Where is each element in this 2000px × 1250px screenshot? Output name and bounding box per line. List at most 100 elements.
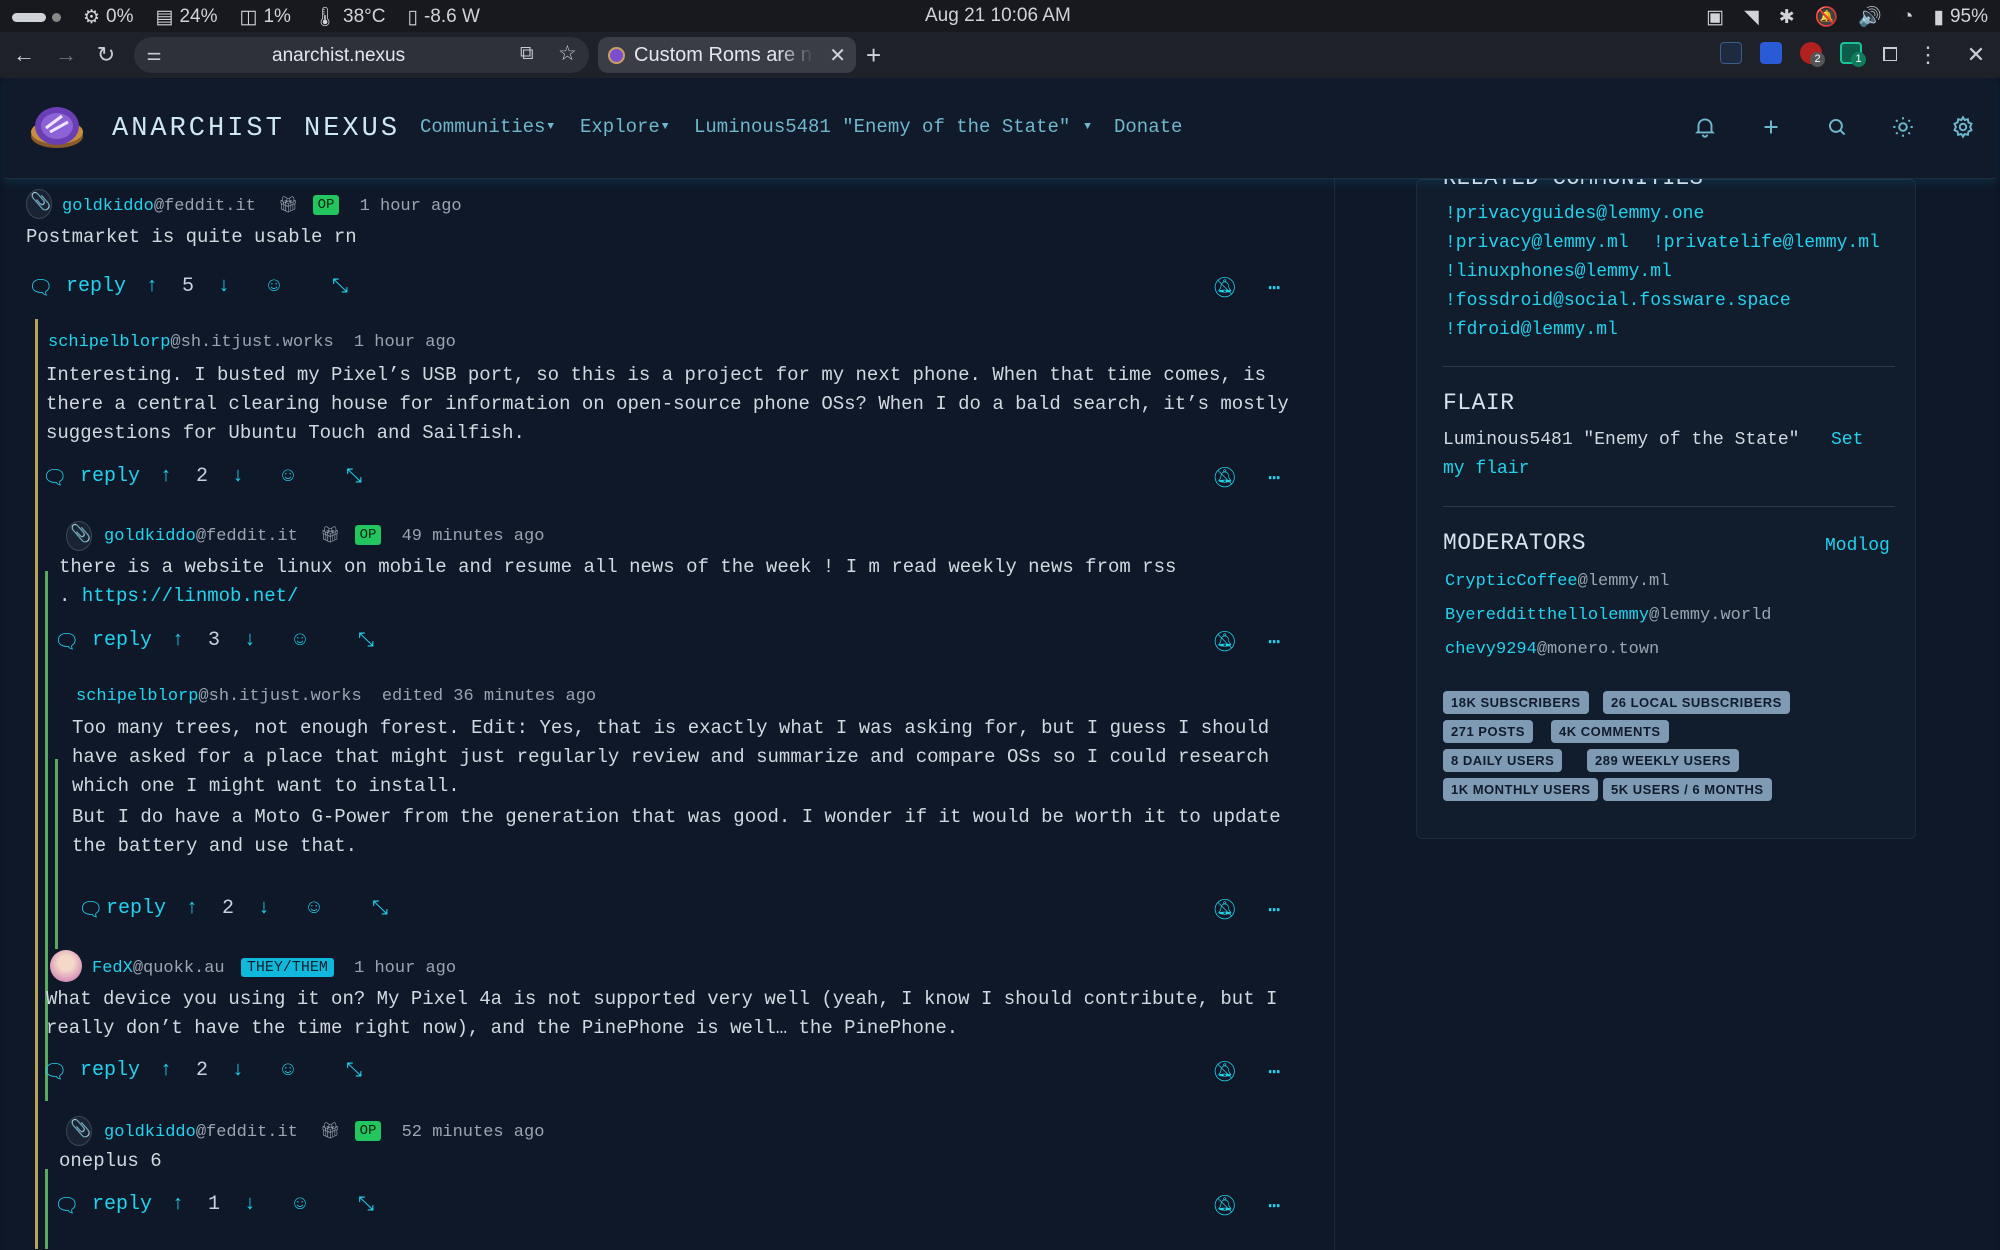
- moderator-link[interactable]: CrypticCoffee: [1445, 572, 1578, 591]
- address-bar[interactable]: ⚌ anarchist.nexus ⧉ ☆: [134, 37, 589, 73]
- reply-icon[interactable]: 🗨︎: [54, 1193, 79, 1219]
- downvote-icon[interactable]: ↓: [218, 275, 230, 298]
- site-brand[interactable]: ANARCHIST NEXUS: [112, 114, 400, 144]
- plus-icon[interactable]: [1758, 114, 1784, 140]
- browser-tab[interactable]: Custom Roms are n ✕: [598, 37, 856, 73]
- clock[interactable]: Aug 21 10:06 AM: [925, 5, 1071, 27]
- collapse-icon[interactable]: ⤡: [332, 275, 348, 299]
- more-options-icon[interactable]: ⋯: [1268, 465, 1280, 491]
- reply-icon[interactable]: 🗨︎: [78, 897, 103, 923]
- site-settings-icon[interactable]: ⚌: [140, 41, 168, 69]
- moderator-link[interactable]: chevy9294: [1445, 640, 1537, 659]
- modlog-link[interactable]: Modlog: [1825, 536, 1890, 556]
- mute-notifications-icon[interactable]: 🔕︎: [1212, 1059, 1237, 1085]
- collapse-icon[interactable]: ⤡: [358, 1193, 374, 1217]
- related-community-link[interactable]: !privacyguides@lemmy.one: [1445, 204, 1704, 224]
- comment-time[interactable]: 52 minutes ago: [402, 1123, 545, 1142]
- wifi-icon[interactable]: ◥: [1744, 6, 1759, 29]
- extensions-puzzle-icon[interactable]: ⧠: [1876, 41, 1904, 69]
- avatar[interactable]: [66, 521, 92, 551]
- notifications-off-icon[interactable]: 🔕: [1815, 5, 1839, 29]
- nav-communities[interactable]: Communities ▼: [420, 116, 554, 138]
- reply-icon[interactable]: 🗨︎: [42, 1059, 67, 1085]
- reply-button[interactable]: reply: [80, 1059, 140, 1082]
- mute-notifications-icon[interactable]: 🔕︎: [1212, 465, 1237, 491]
- related-community-link[interactable]: !fdroid@lemmy.ml: [1445, 320, 1618, 340]
- collapse-icon[interactable]: ⤡: [358, 629, 374, 653]
- bluetooth-icon[interactable]: ✱: [1779, 6, 1795, 29]
- performance-icon[interactable]: ◔: [1902, 6, 1913, 28]
- new-tab-button[interactable]: +: [866, 40, 881, 71]
- avatar[interactable]: [66, 1116, 92, 1146]
- url-text[interactable]: anarchist.nexus: [272, 45, 405, 67]
- set-flair-link[interactable]: Set: [1831, 430, 1863, 450]
- more-options-icon[interactable]: ⋯: [1268, 1193, 1280, 1219]
- screen-icon[interactable]: ▣: [1706, 6, 1724, 29]
- emoji-react-icon[interactable]: ☺: [282, 465, 294, 488]
- reply-button[interactable]: reply: [80, 465, 140, 488]
- workspace-indicator[interactable]: [12, 12, 61, 22]
- downvote-icon[interactable]: ↓: [258, 897, 270, 920]
- site-logo[interactable]: [28, 102, 86, 152]
- downvote-icon[interactable]: ↓: [232, 1059, 244, 1082]
- downvote-icon[interactable]: ↓: [244, 629, 256, 652]
- volume-icon[interactable]: 🔊: [1858, 5, 1882, 29]
- username-link[interactable]: schipelblorp: [48, 333, 170, 352]
- emoji-react-icon[interactable]: ☺: [268, 275, 280, 298]
- mute-notifications-icon[interactable]: 🔕︎: [1212, 275, 1237, 301]
- username-link[interactable]: schipelblorp: [76, 687, 198, 706]
- upvote-icon[interactable]: ↑: [160, 1059, 172, 1082]
- more-options-icon[interactable]: ⋯: [1268, 897, 1280, 923]
- reply-icon[interactable]: 🗨︎: [42, 465, 67, 491]
- upvote-icon[interactable]: ↑: [146, 275, 158, 298]
- upvote-icon[interactable]: ↑: [160, 465, 172, 488]
- avatar[interactable]: [26, 189, 52, 219]
- reply-button[interactable]: reply: [92, 629, 152, 652]
- upvote-icon[interactable]: ↑: [186, 897, 198, 920]
- back-icon[interactable]: ←: [10, 41, 38, 69]
- reply-button[interactable]: reply: [66, 275, 126, 298]
- gear-icon[interactable]: [1950, 114, 1976, 140]
- mute-notifications-icon[interactable]: 🔕︎: [1212, 1193, 1237, 1219]
- extension-icon-1[interactable]: [1720, 42, 1742, 64]
- browser-menu-icon[interactable]: ⋮: [1914, 41, 1942, 69]
- reload-icon[interactable]: ↻: [92, 41, 120, 69]
- bell-icon[interactable]: [1692, 114, 1718, 140]
- upvote-icon[interactable]: ↑: [172, 629, 184, 652]
- collapse-icon[interactable]: ⤡: [372, 897, 388, 921]
- username-link[interactable]: goldkiddo: [104, 527, 196, 546]
- close-window-icon[interactable]: ✕: [1962, 41, 1990, 69]
- emoji-react-icon[interactable]: ☺: [308, 897, 320, 920]
- emoji-react-icon[interactable]: ☺: [294, 629, 306, 652]
- reply-icon[interactable]: 🗨︎: [54, 629, 79, 655]
- close-tab-icon[interactable]: ✕: [829, 43, 846, 68]
- set-flair-link-continued[interactable]: my flair: [1443, 459, 1529, 479]
- comment-time[interactable]: 1 hour ago: [354, 959, 456, 978]
- nav-user-menu[interactable]: Luminous5481 "Enemy of the State" ▼: [694, 116, 1091, 138]
- emoji-react-icon[interactable]: ☺: [282, 1059, 294, 1082]
- downvote-icon[interactable]: ↓: [244, 1193, 256, 1216]
- collapse-icon[interactable]: ⤡: [346, 465, 362, 489]
- downvote-icon[interactable]: ↓: [232, 465, 244, 488]
- related-community-link[interactable]: !fossdroid@social.fossware.space: [1445, 291, 1791, 311]
- moderator-link[interactable]: Byeredditthellolemmy: [1445, 606, 1649, 625]
- collapse-icon[interactable]: ⤡: [346, 1059, 362, 1083]
- related-community-link[interactable]: !privatelife@lemmy.ml: [1653, 233, 1880, 253]
- more-options-icon[interactable]: ⋯: [1268, 275, 1280, 301]
- forward-icon[interactable]: →: [52, 41, 80, 69]
- reply-button[interactable]: reply: [92, 1193, 152, 1216]
- username-link[interactable]: goldkiddo: [104, 1123, 196, 1142]
- bookmark-star-icon[interactable]: ☆: [558, 41, 577, 66]
- comment-time[interactable]: edited 36 minutes ago: [382, 687, 596, 706]
- sun-icon[interactable]: [1890, 114, 1916, 140]
- emoji-react-icon[interactable]: ☺: [294, 1193, 306, 1216]
- more-options-icon[interactable]: ⋯: [1268, 629, 1280, 655]
- install-app-icon[interactable]: ⧉: [520, 43, 534, 65]
- mute-notifications-icon[interactable]: 🔕︎: [1212, 897, 1237, 923]
- upvote-icon[interactable]: ↑: [172, 1193, 184, 1216]
- nav-explore[interactable]: Explore ▼: [580, 116, 668, 138]
- mute-notifications-icon[interactable]: 🔕︎: [1212, 629, 1237, 655]
- comment-time[interactable]: 1 hour ago: [354, 333, 456, 352]
- related-community-link[interactable]: !privacy@lemmy.ml: [1445, 233, 1629, 253]
- avatar[interactable]: [50, 950, 82, 982]
